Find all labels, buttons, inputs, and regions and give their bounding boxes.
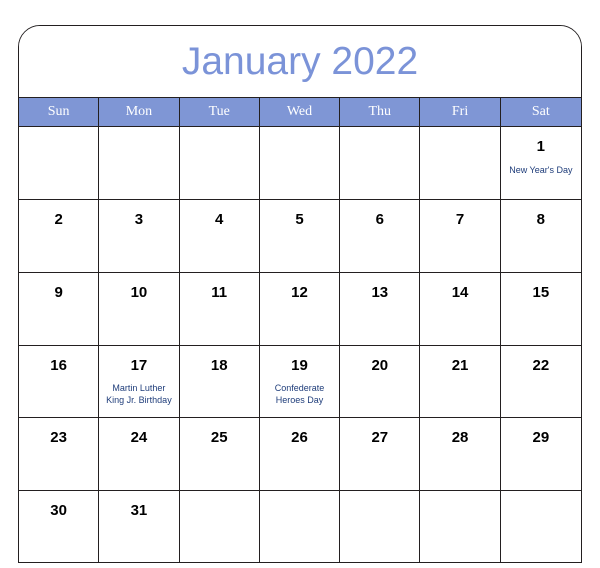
day-event-label: New Year's Day	[509, 164, 573, 175]
day-cell-24[interactable]: 24	[99, 418, 180, 491]
day-cell-1[interactable]: 1 New Year's Day	[500, 127, 581, 199]
day-cell-4[interactable]: 4	[179, 199, 260, 272]
calendar-title-bar: January 2022	[19, 26, 581, 97]
day-cell-18[interactable]: 18	[179, 345, 260, 418]
day-cell-10[interactable]: 10	[99, 272, 180, 345]
day-number: 24	[130, 429, 148, 447]
day-cell-empty	[259, 491, 341, 562]
weekday-header-row: Sun Mon Tue Wed Thu Fri Sat	[19, 97, 581, 127]
day-number: 4	[215, 210, 224, 228]
day-number: 31	[130, 502, 148, 520]
day-cell-empty	[19, 127, 100, 199]
day-number: 9	[54, 283, 63, 301]
day-number: 20	[371, 356, 389, 374]
weekday-header-sat: Sat	[531, 104, 550, 119]
weekday-header-mon: Mon	[99, 98, 180, 126]
day-number: 28	[451, 429, 469, 447]
day-cell-26[interactable]: 26	[259, 418, 341, 491]
day-number: 14	[451, 283, 469, 301]
day-cell-13[interactable]: 13	[340, 272, 421, 345]
week-row: 30 31	[19, 491, 581, 562]
day-number: 11	[211, 283, 228, 301]
day-cell-21[interactable]: 21	[420, 345, 501, 418]
weekday-header-tue: Tue	[180, 98, 260, 126]
day-number: 10	[130, 283, 148, 301]
day-number: 23	[50, 429, 67, 447]
week-row: 1 New Year's Day	[19, 127, 581, 200]
weekday-header-sun: Sun	[19, 98, 100, 126]
day-number: 16	[50, 356, 67, 374]
week-row: 16 17 Martin Luther King Jr. Birthday 18 19 C…	[19, 345, 581, 419]
day-cell-14[interactable]: 14	[420, 272, 501, 345]
day-cell-16[interactable]: 16	[19, 345, 100, 418]
day-cell-empty	[420, 127, 501, 199]
calendar-weeks-body: 1 New Year's Day 2 3 4 5 6 7 8 9 10 11 12 13 14 15 16 17 M…	[19, 127, 581, 562]
day-cell-empty	[500, 491, 581, 562]
day-cell-empty	[99, 127, 180, 199]
week-row: 2 3 4 5 6 7 8	[19, 199, 581, 273]
day-number: 7	[455, 210, 465, 228]
day-number: 15	[532, 283, 550, 301]
day-cell-2[interactable]: 2	[19, 199, 100, 272]
day-cell-6[interactable]: 6	[340, 199, 421, 272]
day-number: 5	[295, 210, 304, 228]
day-number: 1	[536, 138, 546, 155]
day-cell-25[interactable]: 25	[179, 418, 260, 491]
day-number: 13	[371, 283, 389, 301]
month-year-title: January 2022	[181, 40, 419, 83]
day-cell-31[interactable]: 31	[99, 491, 180, 562]
day-number: 22	[532, 356, 550, 374]
day-cell-8[interactable]: 8	[500, 199, 581, 272]
day-number: 3	[134, 210, 144, 228]
day-cell-7[interactable]: 7	[420, 199, 501, 272]
day-number: 2	[54, 210, 63, 228]
day-cell-23[interactable]: 23	[19, 418, 100, 491]
day-number: 19	[291, 356, 308, 374]
day-cell-15[interactable]: 15	[500, 272, 581, 345]
day-cell-9[interactable]: 9	[19, 272, 100, 345]
day-number: 27	[371, 429, 389, 447]
day-cell-empty	[179, 127, 260, 199]
day-number: 12	[291, 283, 308, 301]
day-cell-empty	[420, 491, 501, 562]
day-cell-29[interactable]: 29	[500, 418, 581, 491]
day-event-label: Confederate Heroes Day	[274, 383, 325, 406]
weekday-header-fri: Fri	[420, 98, 501, 126]
day-cell-5[interactable]: 5	[259, 199, 341, 272]
day-cell-empty	[179, 491, 260, 562]
calendar-card: January 2022 Sun Mon Tue Wed Thu Fri Sat 1 New …	[18, 25, 582, 563]
day-number: 29	[532, 429, 550, 447]
day-cell-20[interactable]: 20	[340, 345, 421, 418]
day-cell-27[interactable]: 27	[340, 418, 421, 491]
day-cell-17[interactable]: 17 Martin Luther King Jr. Birthday	[99, 345, 180, 418]
day-event-label: Martin Luther King Jr. Birthday	[106, 383, 172, 406]
day-cell-empty	[259, 127, 341, 199]
day-number: 30	[50, 502, 67, 520]
weekday-header-thu: Thu	[340, 98, 421, 126]
day-cell-30[interactable]: 30	[19, 491, 100, 562]
day-number: 26	[291, 429, 308, 447]
day-cell-empty	[340, 127, 421, 199]
day-cell-28[interactable]: 28	[420, 418, 501, 491]
week-row: 23 24 25 26 27 28 29	[19, 418, 581, 492]
week-row: 9 10 11 12 13 14 15	[19, 272, 581, 346]
day-cell-11[interactable]: 11	[179, 272, 260, 345]
day-cell-empty	[340, 491, 421, 562]
day-number: 25	[210, 429, 228, 447]
weekday-header-wed: Wed	[260, 98, 341, 126]
day-cell-19[interactable]: 19 Confederate Heroes Day	[259, 345, 341, 418]
day-number: 18	[210, 356, 228, 374]
day-number: 17	[130, 356, 148, 374]
day-number: 8	[536, 210, 546, 228]
day-number: 21	[451, 356, 469, 374]
day-cell-3[interactable]: 3	[99, 199, 180, 272]
day-cell-22[interactable]: 22	[500, 345, 581, 418]
day-cell-12[interactable]: 12	[259, 272, 341, 345]
day-number: 6	[375, 210, 384, 228]
